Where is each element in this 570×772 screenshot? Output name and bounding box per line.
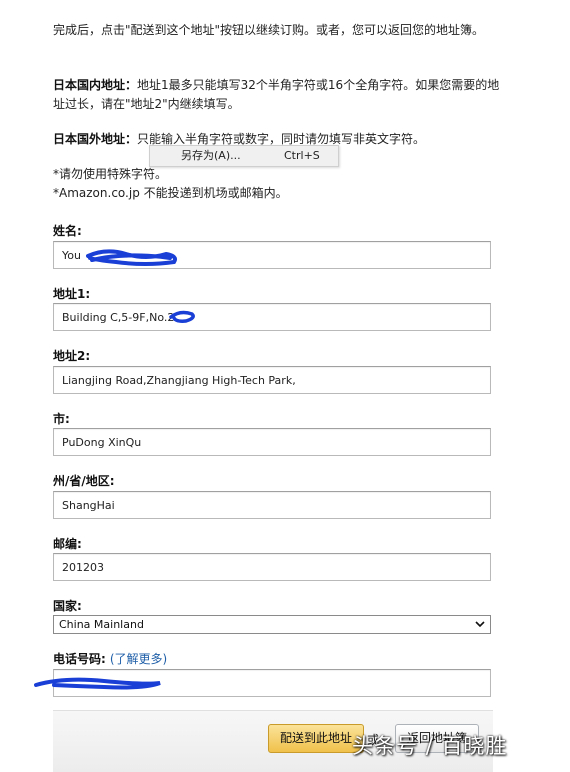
overseas-title: 日本国外地址： — [53, 132, 138, 146]
overseas-body: 只能输入半角字符或数字，同时请勿填写非英文字符。 — [137, 132, 426, 146]
name-value: You — [62, 249, 81, 262]
address1-value: Building C,5-9F,No.2 — [62, 311, 175, 324]
redaction-scribble — [86, 249, 177, 266]
note-airport: *Amazon.co.jp 不能投递到机场或邮箱内。 — [53, 186, 288, 200]
address1-label: 地址1: — [53, 287, 91, 301]
phone-label: 电话号码: (了解更多) — [53, 650, 167, 667]
country-select[interactable]: China Mainland — [53, 615, 491, 634]
country-label: 国家: — [53, 599, 82, 613]
address2-input[interactable]: Liangjing Road,Zhangjiang High-Tech Park… — [53, 366, 491, 394]
postcode-input[interactable]: 201203 — [53, 553, 491, 581]
country-value: China Mainland — [59, 618, 144, 631]
watermark: 头条号 / 百晓胜 — [352, 734, 508, 758]
state-label: 州/省/地区: — [53, 474, 115, 488]
address2-label: 地址2: — [53, 349, 91, 363]
state-value: ShangHai — [62, 499, 115, 512]
note-special-chars: *请勿使用特殊字符。 — [53, 167, 168, 181]
address2-value: Liangjing Road,Zhangjiang High-Tech Park… — [62, 374, 296, 387]
city-label: 市: — [53, 412, 70, 426]
postcode-value: 201203 — [62, 561, 104, 574]
state-input[interactable]: ShangHai — [53, 491, 491, 519]
save-as-shortcut: Ctrl+S — [284, 149, 320, 162]
instruction-complete: 完成后，点击"配送到这个地址"按钮以继续订购。或者，您可以返回您的地址簿。 — [53, 23, 485, 37]
ship-to-address-button[interactable]: 配送到此地址 — [268, 724, 364, 753]
context-menu[interactable]: 另存为(A)... Ctrl+S — [149, 145, 339, 167]
redaction-scribble — [34, 677, 161, 690]
postcode-label: 邮编: — [53, 537, 82, 551]
chevron-down-icon — [475, 621, 485, 628]
save-as-menu-item[interactable]: 另存为(A)... — [181, 146, 241, 166]
city-value: PuDong XinQu — [62, 436, 142, 449]
city-input[interactable]: PuDong XinQu — [53, 428, 491, 456]
name-label: 姓名: — [53, 224, 82, 238]
address1-input[interactable]: Building C,5-9F,No.2 — [53, 303, 491, 331]
learn-more-link[interactable]: (了解更多) — [110, 652, 167, 666]
redaction-scribble — [169, 310, 195, 323]
domestic-title: 日本国内地址： — [53, 78, 138, 92]
phone-label-text: 电话号码: — [53, 652, 106, 666]
instruction-domestic: 日本国内地址：地址1最多只能填写32个半角字符或16个全角字符。如果您需要的地址… — [53, 76, 503, 114]
